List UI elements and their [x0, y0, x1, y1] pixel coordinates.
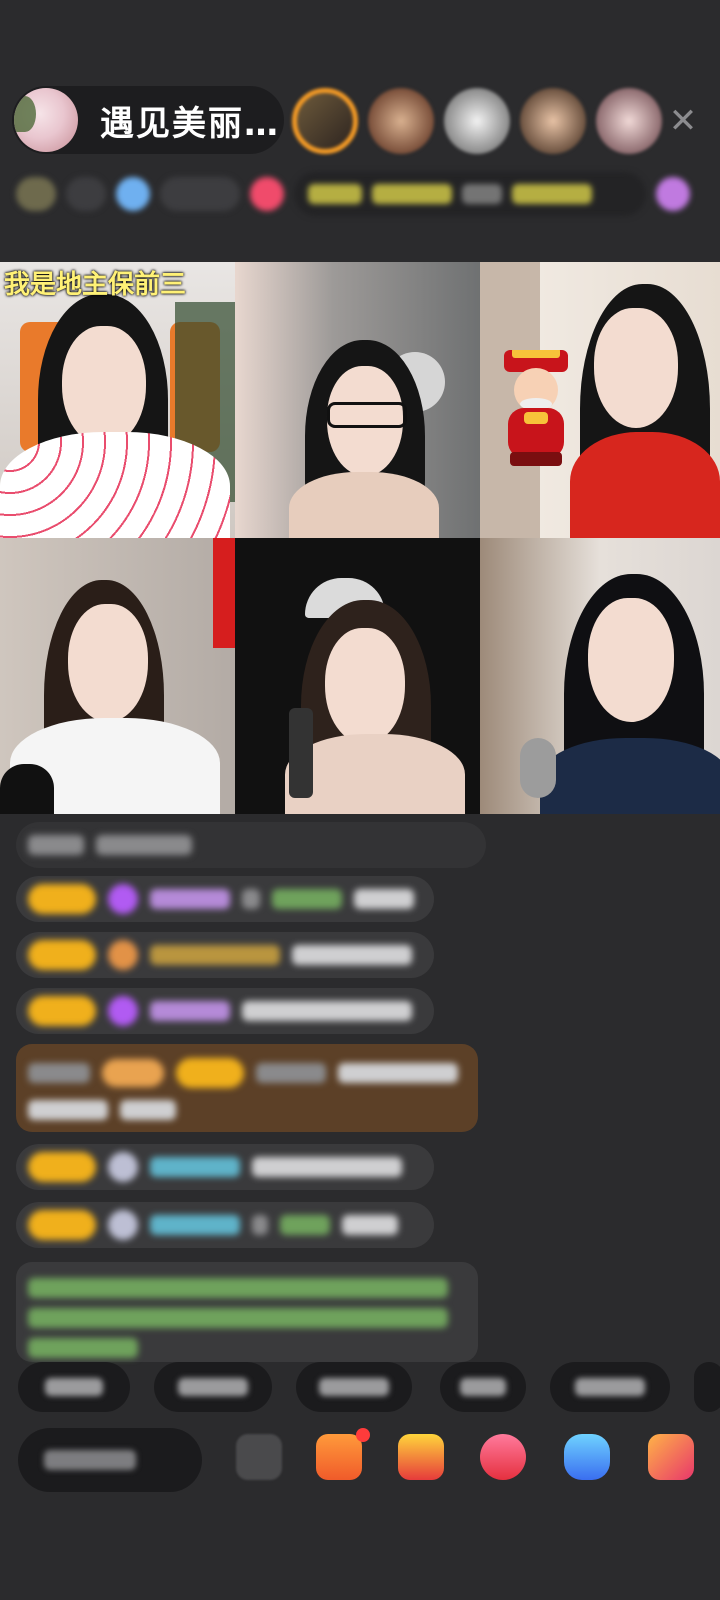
- video-tile[interactable]: [480, 538, 720, 814]
- rank-icon[interactable]: [16, 177, 56, 211]
- bottom-toolbar: [0, 1424, 720, 1504]
- host-avatar[interactable]: [14, 88, 78, 152]
- chat-message[interactable]: [16, 988, 434, 1034]
- viewer-list[interactable]: [292, 88, 662, 154]
- heart-icon[interactable]: [480, 1434, 526, 1480]
- chat-message[interactable]: [16, 932, 434, 978]
- quick-reply-button[interactable]: [154, 1362, 272, 1412]
- room-info-bar[interactable]: [16, 170, 690, 218]
- notification-dot: [356, 1428, 370, 1442]
- treasure-icon[interactable]: [398, 1434, 444, 1480]
- close-icon[interactable]: ✕: [666, 104, 700, 138]
- fan-icon: [116, 177, 150, 211]
- rank-label: [66, 177, 106, 211]
- emoji-icon[interactable]: [236, 1434, 282, 1480]
- quick-reply-button[interactable]: [440, 1362, 526, 1412]
- chat-message-highlight[interactable]: [16, 1044, 478, 1132]
- video-grid: 我是地主保前三: [0, 262, 720, 814]
- host-name: 遇见美丽…: [100, 103, 280, 144]
- quick-reply-button[interactable]: [550, 1362, 670, 1412]
- video-tile[interactable]: 我是地主保前三: [0, 262, 235, 538]
- task-icon[interactable]: [656, 177, 690, 211]
- fan-label: [160, 177, 240, 211]
- host-info[interactable]: 遇见美丽…: [12, 86, 284, 154]
- god-of-wealth-sticker: [504, 350, 568, 466]
- chat-message[interactable]: [16, 1144, 434, 1190]
- chat-message[interactable]: [16, 822, 486, 868]
- viewer-avatar[interactable]: [292, 88, 358, 154]
- viewer-avatar[interactable]: [520, 88, 586, 154]
- viewer-avatar[interactable]: [444, 88, 510, 154]
- system-notice: [16, 1262, 478, 1362]
- comment-input[interactable]: [18, 1428, 202, 1492]
- viewer-avatar[interactable]: [596, 88, 662, 154]
- viewer-avatar[interactable]: [368, 88, 434, 154]
- chat-message[interactable]: [16, 876, 434, 922]
- video-tile[interactable]: [0, 538, 235, 814]
- announcement-banner[interactable]: [294, 172, 646, 216]
- heart-icon[interactable]: [250, 177, 284, 211]
- game-controller-icon[interactable]: [564, 1434, 610, 1480]
- video-tile[interactable]: [235, 262, 480, 538]
- quick-reply-button[interactable]: [694, 1362, 720, 1412]
- more-apps-icon[interactable]: [648, 1434, 694, 1480]
- tile-caption: 我是地主保前三: [4, 270, 187, 300]
- video-tile[interactable]: [480, 262, 720, 538]
- gift-box-icon[interactable]: [316, 1428, 370, 1480]
- chat-message[interactable]: [16, 1202, 434, 1248]
- quick-reply-button[interactable]: [18, 1362, 130, 1412]
- video-tile[interactable]: [235, 538, 480, 814]
- quick-reply-button[interactable]: [296, 1362, 412, 1412]
